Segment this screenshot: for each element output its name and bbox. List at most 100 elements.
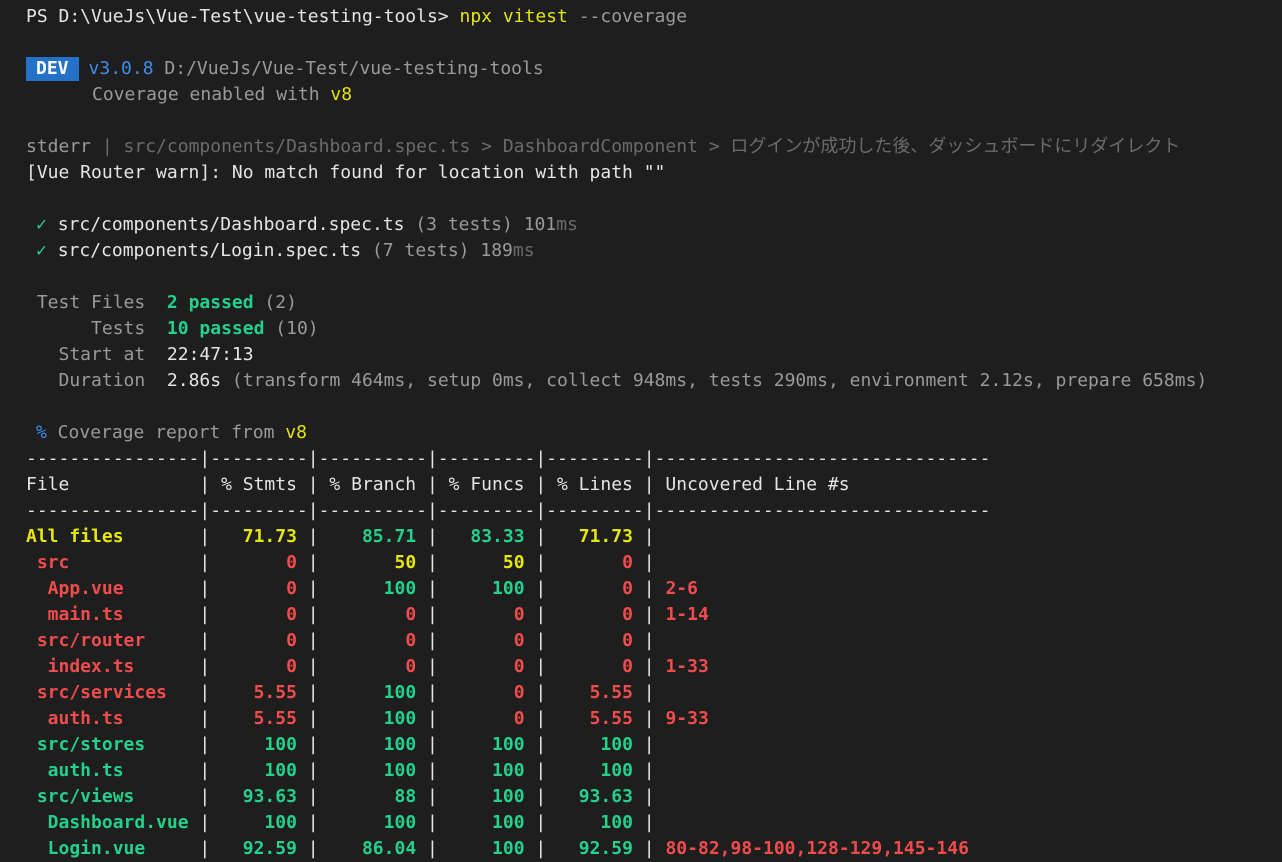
- column-separator: |: [307, 656, 319, 677]
- column-separator: |: [307, 708, 319, 729]
- row-uncovered-lines: 80-82,98-100,128-129,145-146: [665, 838, 969, 859]
- column-separator: |: [643, 578, 666, 599]
- stderr-path: src/components/Dashboard.spec.ts > Dashb…: [123, 136, 1181, 157]
- prompt-args: --coverage: [567, 6, 688, 27]
- row-file-name: src: [26, 552, 200, 573]
- spec-time: 189: [480, 240, 513, 261]
- column-separator: |: [643, 760, 666, 781]
- column-separator: |: [427, 786, 438, 807]
- summary-value: 10 passed: [166, 318, 265, 339]
- spec-result: ✓ src/components/Dashboard.spec.ts (3 te…: [36, 212, 1282, 238]
- row-file-name: auth.ts: [26, 760, 200, 781]
- stderr-prefix: stderr: [26, 136, 92, 157]
- row-file-name: src/stores: [26, 734, 200, 755]
- row-stmts: 5.55: [210, 682, 308, 703]
- row-lines: 5.55: [546, 708, 644, 729]
- row-lines: 0: [546, 552, 644, 573]
- column-separator: |: [199, 630, 211, 651]
- row-lines: 100: [546, 812, 644, 833]
- row-stmts: 93.63: [210, 786, 308, 807]
- row-file-name: auth.ts: [26, 708, 200, 729]
- column-separator: |: [643, 526, 666, 547]
- column-separator: |: [427, 630, 438, 651]
- column-separator: |: [307, 630, 319, 651]
- column-separator: |: [427, 656, 438, 677]
- column-separator: |: [535, 604, 547, 625]
- spec-file: src/components/Login.spec.ts: [57, 240, 362, 261]
- row-branch: 100: [318, 734, 427, 755]
- column-separator: |: [427, 578, 438, 599]
- row-stmts: 0: [210, 552, 308, 573]
- row-stmts: 92.59: [210, 838, 308, 859]
- table-row: All files | 71.73 | 85.71 | 83.33 | 71.7…: [26, 524, 1282, 550]
- coverage-report-label: Coverage report from: [46, 422, 286, 443]
- spec-test-count: (3 tests): [415, 214, 513, 235]
- column-separator: |: [535, 760, 547, 781]
- row-funcs: 100: [437, 838, 536, 859]
- coverage-enabled-text: Coverage enabled with: [92, 84, 331, 105]
- summary-label: Start at: [26, 344, 167, 365]
- row-lines: 100: [546, 760, 644, 781]
- coverage-engine: v8: [330, 84, 353, 105]
- row-lines: 71.73: [546, 526, 644, 547]
- column-separator: |: [643, 838, 666, 859]
- row-lines: 0: [546, 630, 644, 651]
- summary-value: 2 passed: [166, 292, 254, 313]
- coverage-report-heading: % Coverage report from v8: [36, 420, 1282, 446]
- row-lines: 100: [546, 734, 644, 755]
- row-branch: 100: [318, 682, 427, 703]
- column-separator: |: [643, 604, 666, 625]
- row-branch: 0: [318, 656, 427, 677]
- column-separator: |: [643, 708, 666, 729]
- column-separator: |: [307, 786, 319, 807]
- column-separator: |: [535, 552, 547, 573]
- column-separator: |: [199, 578, 211, 599]
- column-separator: |: [307, 734, 319, 755]
- dev-badge: DEV: [26, 57, 79, 81]
- row-branch: 0: [318, 630, 427, 651]
- project-path: D:/VueJs/Vue-Test/vue-testing-tools: [164, 58, 544, 79]
- column-separator: |: [643, 630, 666, 651]
- row-stmts: 71.73: [210, 526, 308, 547]
- summary-test-files: Test Files 2 passed (2): [26, 290, 1282, 316]
- row-funcs: 100: [437, 786, 536, 807]
- row-lines: 0: [546, 656, 644, 677]
- row-stmts: 100: [210, 734, 308, 755]
- table-row: index.ts | 0 | 0 | 0 | 0 | 1-33: [26, 654, 1282, 680]
- column-separator: |: [427, 552, 438, 573]
- summary-label: Tests: [26, 318, 167, 339]
- table-row: App.vue | 0 | 100 | 100 | 0 | 2-6: [26, 576, 1282, 602]
- terminal-window[interactable]: PS D:\VueJs\Vue-Test\vue-testing-tools> …: [0, 0, 1282, 862]
- row-lines: 5.55: [546, 682, 644, 703]
- summary-tests: Tests 10 passed (10): [26, 316, 1282, 342]
- column-separator: |: [535, 526, 547, 547]
- row-branch: 86.04: [318, 838, 427, 859]
- row-file-name: All files: [26, 526, 200, 547]
- row-funcs: 100: [437, 734, 536, 755]
- column-separator: |: [427, 708, 438, 729]
- table-row: src/router | 0 | 0 | 0 | 0 |: [26, 628, 1282, 654]
- column-separator: |: [199, 838, 211, 859]
- row-stmts: 5.55: [210, 708, 308, 729]
- row-file-name: App.vue: [26, 578, 200, 599]
- column-separator: |: [427, 812, 438, 833]
- prompt-path: PS D:\VueJs\Vue-Test\vue-testing-tools>: [26, 6, 460, 27]
- column-separator: |: [427, 682, 438, 703]
- prompt-line: PS D:\VueJs\Vue-Test\vue-testing-tools> …: [26, 4, 1282, 30]
- check-icon: ✓: [36, 214, 47, 235]
- column-separator: |: [535, 578, 547, 599]
- row-file-name: src/services: [26, 682, 200, 703]
- summary-value: 22:47:13: [166, 344, 254, 365]
- column-separator: |: [535, 630, 547, 651]
- row-funcs: 0: [437, 656, 536, 677]
- column-separator: |: [535, 786, 547, 807]
- row-stmts: 100: [210, 760, 308, 781]
- table-row: src/stores | 100 | 100 | 100 | 100 |: [26, 732, 1282, 758]
- summary-label: Test Files: [26, 292, 167, 313]
- summary-detail: (transform 464ms, setup 0ms, collect 948…: [221, 370, 1208, 391]
- summary-total: (10): [264, 318, 319, 339]
- summary-start-at: Start at 22:47:13: [26, 342, 1282, 368]
- spec-time-unit: ms: [556, 214, 578, 235]
- row-branch: 100: [318, 760, 427, 781]
- table-row: src | 0 | 50 | 50 | 0 |: [26, 550, 1282, 576]
